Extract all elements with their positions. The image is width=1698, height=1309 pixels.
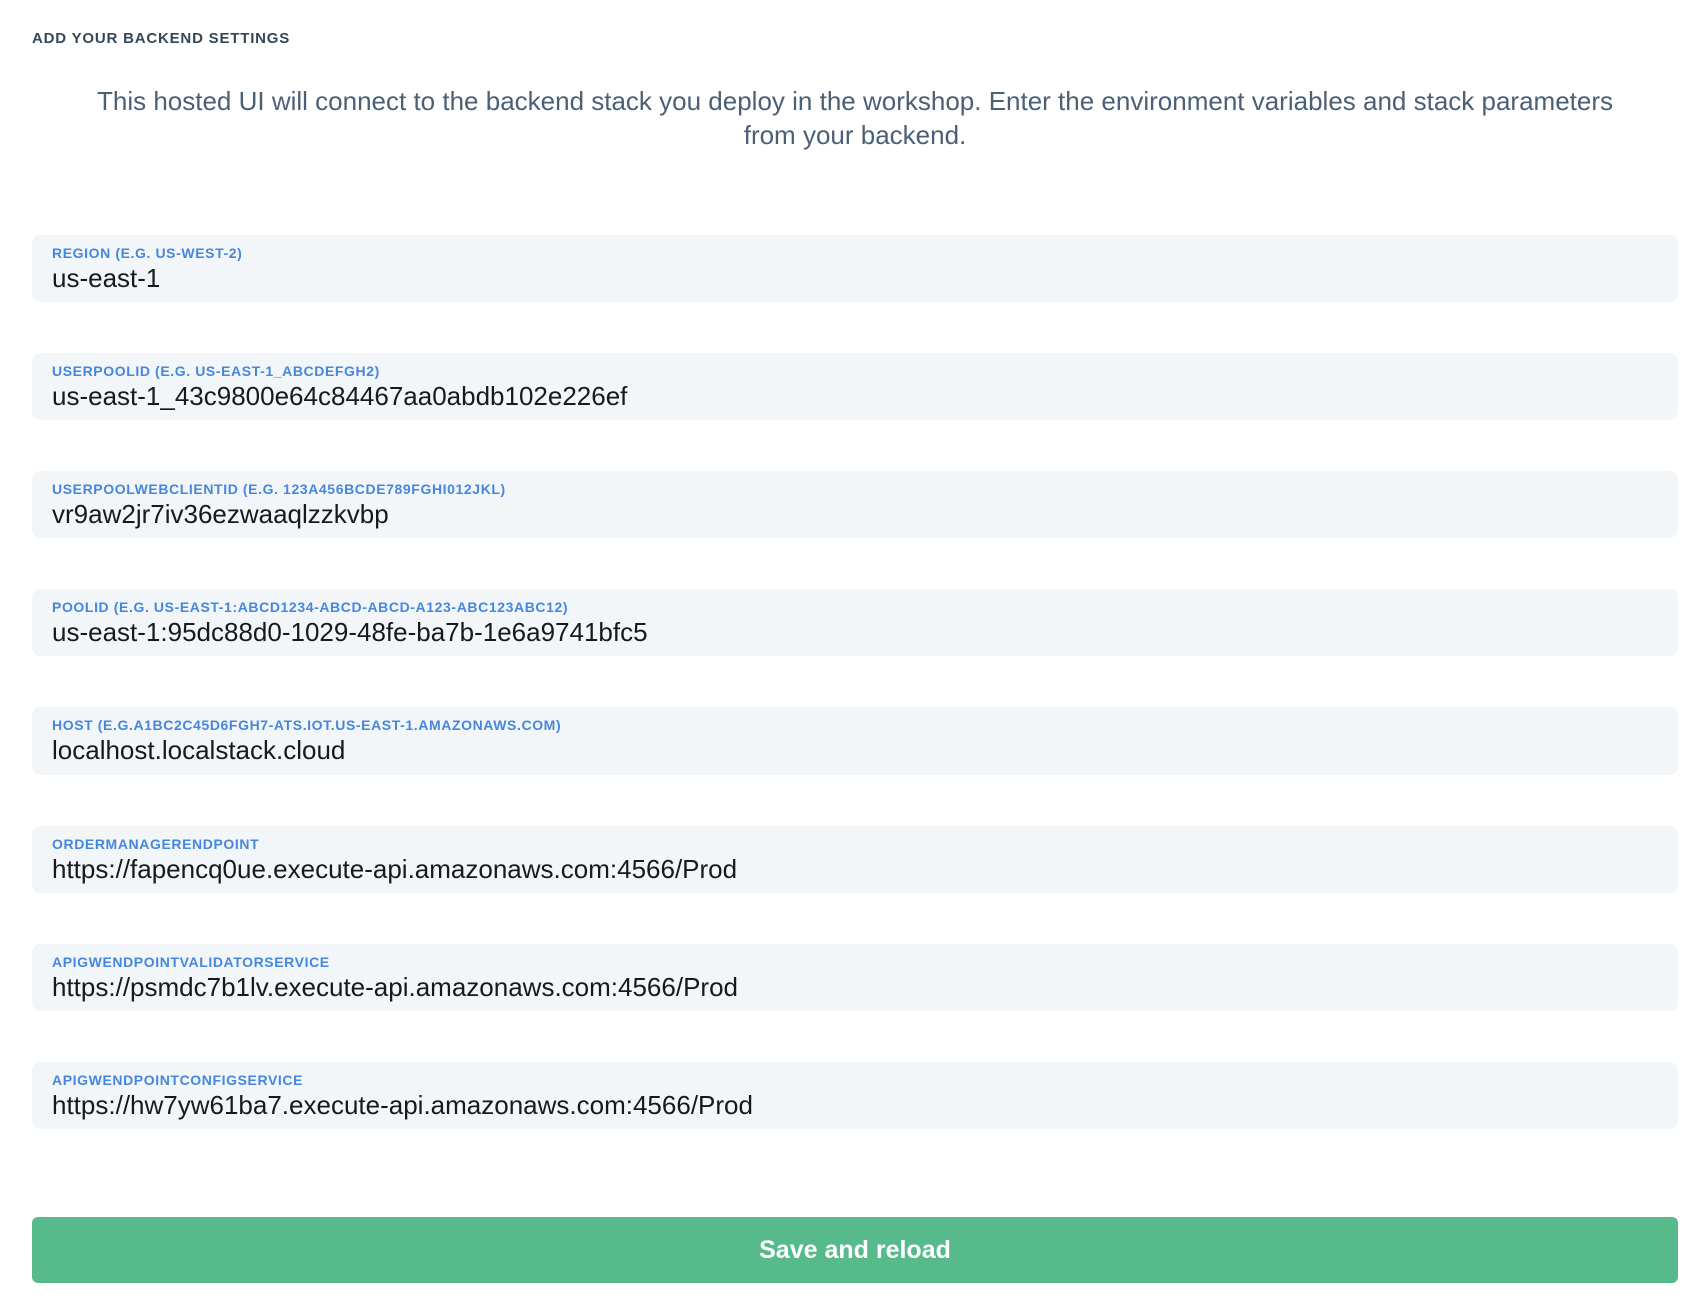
apigwendpointconfigservice-label: APIGWENDPOINTCONFIGSERVICE	[52, 1072, 1658, 1088]
region-input[interactable]	[52, 263, 1658, 294]
host-input[interactable]	[52, 735, 1658, 766]
userpoolwebclientid-input[interactable]	[52, 499, 1658, 530]
apigwendpointvalidatorservice-input[interactable]	[52, 972, 1658, 1003]
save-and-reload-button[interactable]: Save and reload	[32, 1217, 1678, 1283]
settings-description: This hosted UI will connect to the backe…	[75, 85, 1635, 153]
field-apigwendpointconfigservice: APIGWENDPOINTCONFIGSERVICE	[32, 1062, 1678, 1129]
backend-settings-page: ADD YOUR BACKEND SETTINGS This hosted UI…	[0, 0, 1698, 1309]
apigwendpointconfigservice-input[interactable]	[52, 1090, 1658, 1121]
field-poolid: POOLID (E.G. US-EAST-1:ABCD1234-ABCD-ABC…	[32, 589, 1678, 656]
field-userpoolid: USERPOOLID (E.G. US-EAST-1_ABCDEFGH2)	[32, 353, 1678, 420]
field-ordermanagerendpoint: ORDERMANAGERENDPOINT	[32, 826, 1678, 893]
apigwendpointvalidatorservice-label: APIGWENDPOINTVALIDATORSERVICE	[52, 954, 1658, 970]
field-userpoolwebclientid: USERPOOLWEBCLIENTID (E.G. 123A456BCDE789…	[32, 471, 1678, 538]
region-label: REGION (E.G. US-WEST-2)	[52, 245, 1658, 261]
ordermanagerendpoint-label: ORDERMANAGERENDPOINT	[52, 836, 1658, 852]
host-label: HOST (E.G.A1BC2C45D6FGH7-ATS.IOT.US-EAST…	[52, 717, 1658, 733]
ordermanagerendpoint-input[interactable]	[52, 854, 1658, 885]
field-region: REGION (E.G. US-WEST-2)	[32, 235, 1678, 302]
poolid-input[interactable]	[52, 617, 1658, 648]
userpoolid-input[interactable]	[52, 381, 1658, 412]
field-host: HOST (E.G.A1BC2C45D6FGH7-ATS.IOT.US-EAST…	[32, 707, 1678, 774]
settings-form: REGION (E.G. US-WEST-2) USERPOOLID (E.G.…	[32, 235, 1678, 1130]
poolid-label: POOLID (E.G. US-EAST-1:ABCD1234-ABCD-ABC…	[52, 599, 1658, 615]
page-title: ADD YOUR BACKEND SETTINGS	[32, 30, 1678, 47]
field-apigwendpointvalidatorservice: APIGWENDPOINTVALIDATORSERVICE	[32, 944, 1678, 1011]
userpoolwebclientid-label: USERPOOLWEBCLIENTID (E.G. 123A456BCDE789…	[52, 481, 1658, 497]
userpoolid-label: USERPOOLID (E.G. US-EAST-1_ABCDEFGH2)	[52, 363, 1658, 379]
